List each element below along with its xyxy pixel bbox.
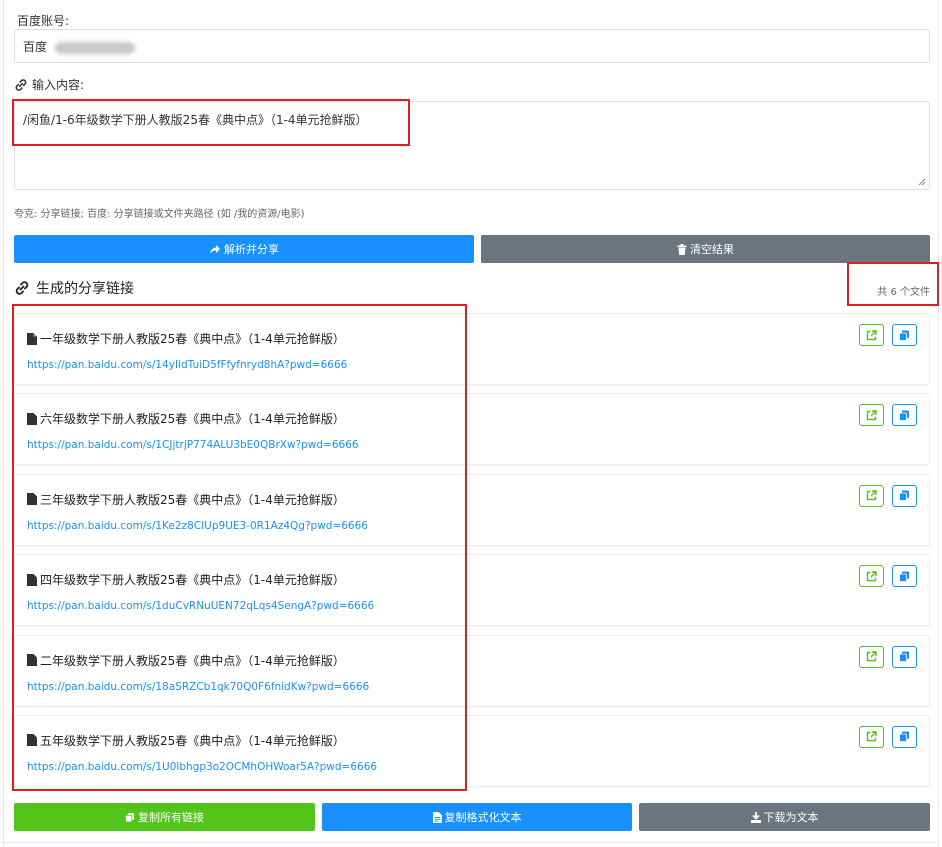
copy-all-links-button[interactable]: 复制所有链接 xyxy=(14,803,315,831)
share-link[interactable]: https://pan.baidu.com/s/1U0lbhgp3o2OCMhO… xyxy=(27,761,377,773)
file-name: 五年级数学下册人教版25春《典中点》（1-4单元抢鲜版） xyxy=(40,733,345,748)
external-link-icon xyxy=(866,570,877,581)
copy-icon xyxy=(899,330,909,341)
copy-icon xyxy=(125,812,135,822)
file-name: 四年级数学下册人教版25春《典中点》（1-4单元抢鲜版） xyxy=(40,573,345,588)
share-link-list: 一年级数学下册人教版25春《典中点》（1-4单元抢鲜版） https://pan… xyxy=(14,313,930,795)
file-text-icon xyxy=(432,811,442,823)
input-label-row: 输入内容: xyxy=(14,76,84,93)
clear-results-button[interactable]: 清空结果 xyxy=(481,235,930,263)
copy-link-button[interactable] xyxy=(892,645,917,668)
open-link-button[interactable] xyxy=(859,645,884,668)
file-icon xyxy=(27,573,37,586)
copy-icon xyxy=(899,490,909,502)
download-icon xyxy=(750,811,761,823)
results-heading: 生成的分享链接 xyxy=(14,278,134,298)
share-icon xyxy=(210,244,220,254)
account-field[interactable]: 百度 xyxy=(14,29,930,63)
file-name: 二年级数学下册人教版25春《典中点》（1-4单元抢鲜版） xyxy=(40,653,345,668)
file-title-row: 六年级数学下册人教版25春《典中点》（1-4单元抢鲜版） xyxy=(27,410,345,427)
download-text-button[interactable]: 下载为文本 xyxy=(639,803,930,831)
copy-link-button[interactable] xyxy=(892,484,917,507)
input-label: 输入内容: xyxy=(32,78,85,92)
copy-icon xyxy=(899,410,909,421)
list-item: 三年级数学下册人教版25春《典中点》（1-4单元抢鲜版） https://pan… xyxy=(14,473,930,546)
frame-left-border xyxy=(3,0,4,847)
file-name: 三年级数学下册人教版25春《典中点》（1-4单元抢鲜版） xyxy=(40,492,345,507)
download-text-label: 下载为文本 xyxy=(763,811,819,824)
external-link-icon xyxy=(866,490,877,501)
file-title-row: 五年级数学下册人教版25春《典中点》（1-4单元抢鲜版） xyxy=(27,732,345,749)
textarea-value: /闲鱼/1-6年级数学下册人教版25春《典中点》（1-4单元抢鲜版） xyxy=(23,113,368,127)
file-title-row: 一年级数学下册人教版25春《典中点》（1-4单元抢鲜版） xyxy=(27,330,345,347)
clear-results-label: 清空结果 xyxy=(690,243,734,256)
copy-all-links-label: 复制所有链接 xyxy=(138,811,204,824)
list-item: 五年级数学下册人教版25春《典中点》（1-4单元抢鲜版） https://pan… xyxy=(14,714,930,787)
open-link-button[interactable] xyxy=(859,565,884,588)
list-item: 四年级数学下册人教版25春《典中点》（1-4单元抢鲜版） https://pan… xyxy=(14,554,930,627)
copy-link-button[interactable] xyxy=(892,324,917,346)
share-link[interactable]: https://pan.baidu.com/s/1CJjtrjP774ALU3b… xyxy=(27,439,359,451)
link-icon xyxy=(15,281,29,295)
list-item: 二年级数学下册人教版25春《典中点》（1-4单元抢鲜版） https://pan… xyxy=(14,634,930,707)
open-link-button[interactable] xyxy=(859,484,884,507)
copy-icon xyxy=(899,731,909,743)
input-hint: 夸克: 分享链接; 百度: 分享链接或文件夹路径 (如 /我的资源/电影) xyxy=(14,209,305,220)
copy-link-button[interactable] xyxy=(892,404,917,427)
file-name: 六年级数学下册人教版25春《典中点》（1-4单元抢鲜版） xyxy=(40,412,345,427)
file-count: 共 6 个文件 xyxy=(877,287,930,298)
external-link-icon xyxy=(866,651,877,662)
account-value-prefix: 百度 xyxy=(23,40,48,54)
open-link-button[interactable] xyxy=(859,725,884,748)
open-link-button[interactable] xyxy=(859,324,884,346)
file-icon xyxy=(27,412,37,425)
external-link-icon xyxy=(866,329,877,340)
file-icon xyxy=(27,734,37,747)
copy-icon xyxy=(899,571,909,582)
copy-link-button[interactable] xyxy=(892,725,917,748)
bottom-border xyxy=(3,842,939,843)
content-textarea[interactable]: /闲鱼/1-6年级数学下册人教版25春《典中点》（1-4单元抢鲜版） xyxy=(14,101,930,190)
open-link-button[interactable] xyxy=(859,404,884,427)
link-icon xyxy=(15,78,27,91)
share-link[interactable]: https://pan.baidu.com/s/1Ke2z8CIUp9UE3-0… xyxy=(27,520,368,532)
file-name: 一年级数学下册人教版25春《典中点》（1-4单元抢鲜版） xyxy=(40,332,345,346)
external-link-icon xyxy=(866,410,877,421)
list-item: 一年级数学下册人教版25春《典中点》（1-4单元抢鲜版） https://pan… xyxy=(14,313,930,385)
share-link[interactable]: https://pan.baidu.com/s/18aSRZCb1qk70Q0F… xyxy=(27,681,369,693)
share-link[interactable]: https://pan.baidu.com/s/14yIidTuiD5fFfyf… xyxy=(27,359,347,371)
file-icon xyxy=(27,332,37,345)
account-redacted xyxy=(55,41,136,54)
copy-icon xyxy=(899,651,909,662)
file-icon xyxy=(27,654,37,667)
file-title-row: 三年级数学下册人教版25春《典中点》（1-4单元抢鲜版） xyxy=(27,491,345,508)
parse-share-button[interactable]: 解析并分享 xyxy=(14,235,474,263)
file-icon xyxy=(27,493,37,506)
trash-icon xyxy=(677,243,687,255)
frame-right-border xyxy=(938,0,939,847)
share-link[interactable]: https://pan.baidu.com/s/1duCvRNuUEN72qLq… xyxy=(27,600,374,612)
resize-grip-icon[interactable] xyxy=(917,177,926,186)
list-item: 六年级数学下册人教版25春《典中点》（1-4单元抢鲜版） https://pan… xyxy=(14,393,930,466)
copy-formatted-text-button[interactable]: 复制格式化文本 xyxy=(322,803,632,831)
file-title-row: 四年级数学下册人教版25春《典中点》（1-4单元抢鲜版） xyxy=(27,571,345,588)
parse-share-label: 解析并分享 xyxy=(224,243,279,256)
file-title-row: 二年级数学下册人教版25春《典中点》（1-4单元抢鲜版） xyxy=(27,652,345,669)
copy-link-button[interactable] xyxy=(892,565,917,588)
results-title: 生成的分享链接 xyxy=(36,281,134,297)
account-label: 百度账号: xyxy=(17,14,70,28)
external-link-icon xyxy=(866,731,877,742)
copy-formatted-text-label: 复制格式化文本 xyxy=(444,811,522,824)
